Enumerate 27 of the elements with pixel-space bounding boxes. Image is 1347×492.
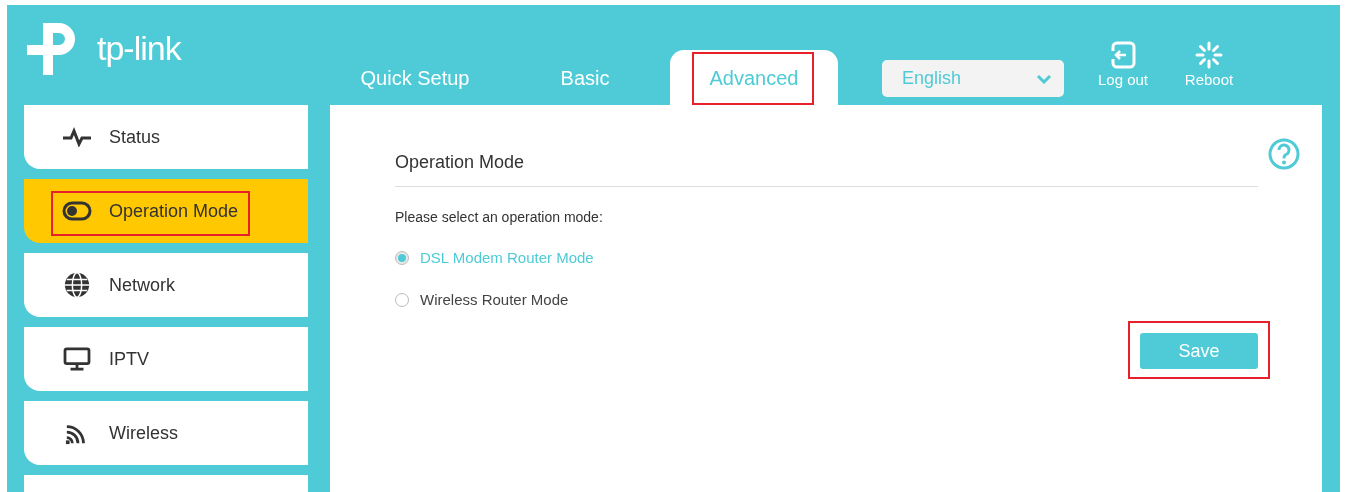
section-title: Operation Mode	[395, 149, 1258, 187]
pulse-icon	[62, 127, 92, 147]
toggle-icon	[62, 201, 92, 221]
chevron-down-icon	[1036, 73, 1052, 84]
globe-icon	[62, 271, 92, 299]
radio-label[interactable]: Wireless Router Mode	[420, 288, 569, 311]
radio-label[interactable]: DSL Modem Router Mode	[420, 247, 594, 270]
nav-tab[interactable]: Quick Setup	[330, 50, 500, 105]
radio-button[interactable]	[395, 251, 409, 266]
logout-icon	[1108, 40, 1138, 69]
radio-button[interactable]	[395, 292, 409, 307]
sidebar-item[interactable]: Network	[24, 253, 308, 317]
reboot-button[interactable]: Reboot	[1174, 40, 1244, 91]
logout-button[interactable]: Log out	[1088, 40, 1158, 91]
help-icon[interactable]	[1268, 138, 1300, 170]
sidebar-item[interactable]: IPTV	[24, 327, 308, 391]
sidebar-item[interactable]: Operation Mode	[24, 179, 308, 243]
language-select[interactable]: English	[882, 60, 1064, 97]
logo-text: tp-link	[97, 27, 181, 69]
sidebar-item[interactable]: Wireless	[24, 401, 308, 465]
sidebar-item[interactable]: Status	[24, 105, 308, 169]
monitor-icon	[62, 347, 92, 371]
prompt-text: Please select an operation mode:	[395, 208, 604, 227]
reboot-icon	[1195, 40, 1223, 69]
nav-tab[interactable]: Advanced	[670, 50, 838, 105]
nav-tab[interactable]: Basic	[500, 50, 670, 105]
save-button[interactable]: Save	[1140, 333, 1258, 369]
